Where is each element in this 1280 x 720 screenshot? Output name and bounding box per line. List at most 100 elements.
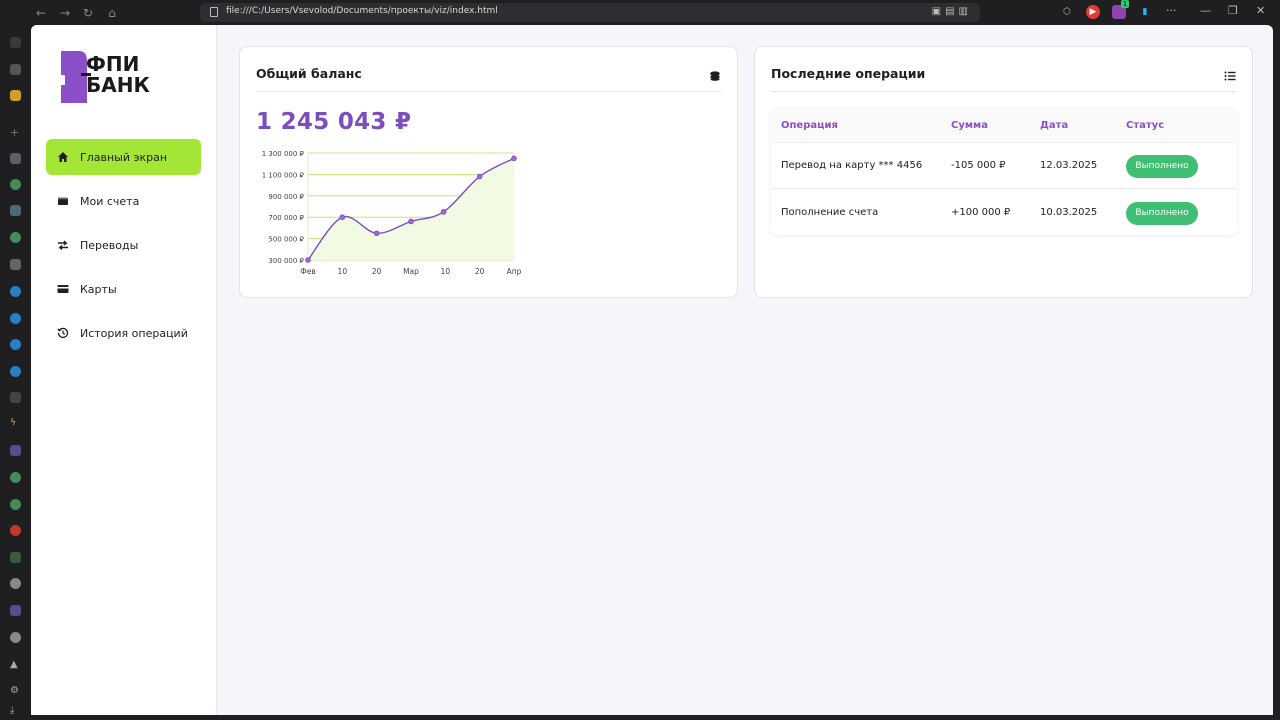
list-icon[interactable] [1224,67,1236,81]
github-icon[interactable] [10,578,21,589]
x-tick-label: 20 [475,267,485,276]
column-header-operation[interactable]: Операция [771,120,951,131]
operation-cell: Перевод на карту *** 4456 [781,160,923,171]
reload-icon[interactable]: ↻ [79,4,97,22]
column-header-status[interactable]: Статус [1126,120,1236,131]
data-point [440,209,447,215]
rail-app-icon[interactable] [10,392,21,403]
forward-arrow-icon[interactable]: → [56,4,74,22]
address-bar[interactable]: file:///C:/Users/Vsevolod/Documents/прое… [200,3,980,22]
youtube-extension-icon[interactable]: ▶ [1086,5,1100,19]
status-badge: Выполнено [1126,155,1198,178]
rail-app-icon[interactable] [10,552,21,563]
download-icon[interactable]: ⤓ [10,705,21,716]
x-tick-label: 10 [338,267,348,276]
status-badge: Выполнено [1126,201,1198,225]
app-page: ФПИ БАНК Главный экран Мои счета Перевод… [31,25,1273,715]
warning-icon[interactable]: ▲ [10,659,21,670]
logo-text-line2: БАНК [86,73,150,97]
y-tick-label: 500 000 ₽ [268,236,304,244]
x-tick-label: Апр [507,267,522,276]
rail-app-icon[interactable] [10,499,21,510]
rail-app-icon[interactable] [10,153,21,164]
data-point [476,173,483,180]
date-cell: 12.03.2025 [1040,160,1098,171]
x-tick-label: 20 [372,267,382,276]
sidebar-item-home[interactable]: Главный экран [46,139,201,175]
table-row[interactable]: Перевод на карту *** 4456 -105 000 ₽ 12.… [771,143,1237,189]
data-point [511,155,517,162]
extension-icon[interactable]: ⬡ [1060,5,1074,19]
sidebar-item-label: Переводы [80,238,139,252]
y-tick-label: 300 000 ₽ [268,257,304,265]
file-icon [210,7,218,17]
operations-card-title: Последние операции [771,66,926,81]
home-browser-icon[interactable]: ⌂ [103,4,121,22]
date-cell: 10.03.2025 [1040,206,1098,218]
rail-app-icon[interactable] [10,90,21,101]
operations-card: Последние операции Операция Сумма Дата С… [754,46,1253,298]
sidebar-item-label: Карты [80,282,117,296]
restore-icon[interactable]: ❐ [1228,4,1238,17]
rail-app-icon[interactable] [10,37,21,48]
operation-cell: Пополнение счета [781,206,879,218]
telegram-icon[interactable] [10,339,21,350]
extension-badge: 1 [1121,0,1129,8]
rail-add-icon[interactable]: + [10,127,21,138]
ghost-extension-icon[interactable]: ▮ [1138,5,1152,19]
data-point [408,218,414,225]
sidebar-item-cards[interactable]: Карты [46,271,201,307]
card-divider [771,91,1236,92]
coins-icon [709,67,721,81]
close-window-icon[interactable]: ✕ [1256,4,1265,17]
wallet-icon [56,194,70,208]
minimize-icon[interactable]: — [1200,4,1211,17]
transfer-icon [56,238,70,252]
table-row[interactable]: Пополнение счета +100 000 ₽ 10.03.2025 В… [771,189,1237,235]
cube-extension-icon[interactable]: 1 [1112,0,1129,19]
github-icon[interactable] [10,632,21,643]
rail-app-icon[interactable] [10,205,21,216]
rail-app-icon[interactable] [10,472,21,483]
rail-app-icon[interactable] [10,445,21,456]
telegram-icon[interactable] [10,286,21,297]
telegram-icon[interactable] [10,313,21,324]
amount-cell: -105 000 ₽ [951,160,1006,171]
rail-app-icon[interactable] [10,605,21,616]
sidebar-item-history[interactable]: История операций [46,315,201,351]
pinterest-icon[interactable] [10,525,21,536]
home-icon [56,150,70,164]
y-tick-label: 1 100 000 ₽ [262,171,305,179]
rail-app-icon[interactable] [10,179,21,190]
main-menu: Главный экран Мои счета Переводы Карты И… [46,139,201,359]
y-tick-label: 1 300 000 ₽ [262,150,305,158]
telegram-icon[interactable] [10,366,21,377]
amount-cell: +100 000 ₽ [951,206,1011,218]
sidebar-item-transfers[interactable]: Переводы [46,227,201,263]
browser-toolbar: ← → ↻ ⌂ file:///C:/Users/Vsevolod/Docume… [0,0,1280,25]
address-actions-icon[interactable]: ▣▤▥ [932,6,972,17]
history-icon [56,326,70,340]
column-header-date[interactable]: Дата [1040,120,1126,131]
settings-icon[interactable]: ⚙ [10,685,21,696]
data-point [339,214,346,220]
address-url[interactable]: file:///C:/Users/Vsevolod/Documents/прое… [226,6,498,16]
back-arrow-icon[interactable]: ← [32,4,50,22]
y-tick-label: 700 000 ₽ [268,214,304,222]
x-tick-label: Мар [403,267,419,276]
x-tick-label: Фев [300,267,316,276]
column-header-amount[interactable]: Сумма [951,120,1040,131]
rail-app-icon[interactable] [10,232,21,243]
data-point [305,257,311,263]
bank-logo: ФПИ БАНК [57,51,167,103]
rail-app-icon[interactable] [10,64,21,75]
data-point [373,230,380,237]
browser-sidebar-rail: + ϟ ▲ ⚙ ⤓ [0,25,31,720]
more-icon[interactable]: ··· [1166,4,1177,17]
sidebar-item-label: История операций [80,326,188,340]
sidebar-item-label: Мои счета [80,194,140,208]
sidebar-item-accounts[interactable]: Мои счета [46,183,201,219]
rail-app-icon[interactable] [10,259,21,270]
bolt-icon[interactable]: ϟ [10,418,21,429]
table-header: Операция Сумма Дата Статус [771,109,1237,143]
